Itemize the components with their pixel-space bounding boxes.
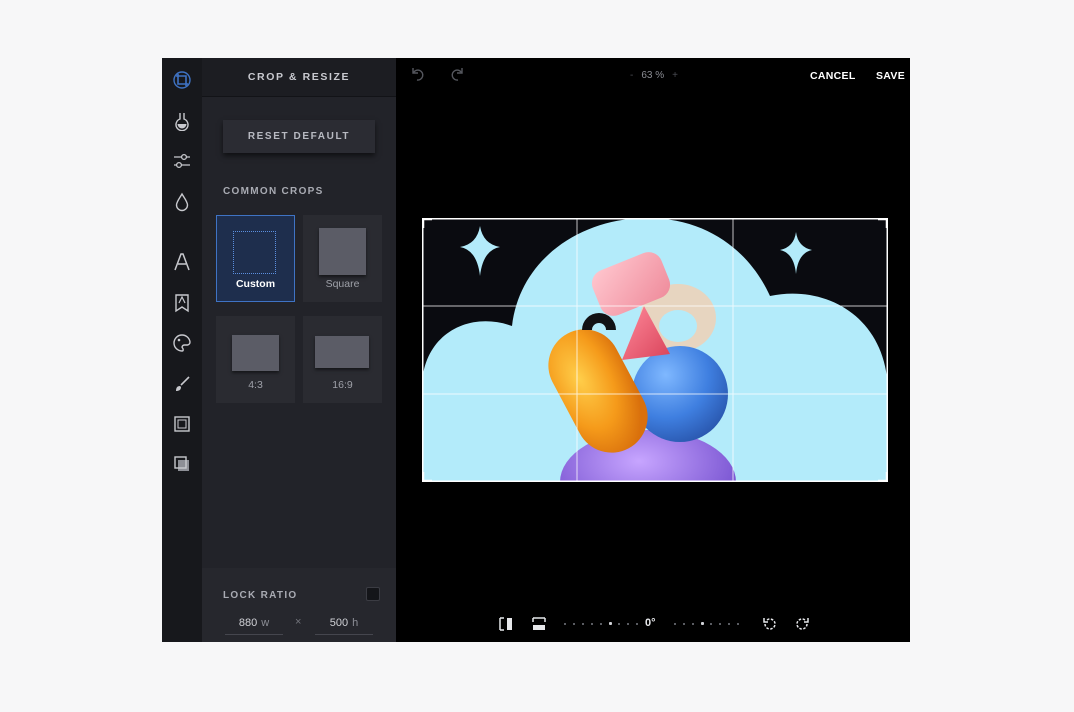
16-9-crop-thumb [315,336,369,368]
crop-label: 4:3 [248,379,263,391]
draw-brush-icon[interactable] [170,372,194,396]
zoom-level: 63 % [641,70,665,81]
dial-tick [737,623,739,625]
cancel-button[interactable]: CANCEL [810,70,856,82]
dial-tick [674,623,676,625]
zoom-control: - 63 % + [630,70,678,81]
brush-palette-icon[interactable] [170,331,194,355]
lock-ratio-label: LOCK RATIO [223,590,298,601]
dial-tick [719,623,721,625]
dial-tick [636,623,638,625]
width-unit: w [261,617,270,629]
crop-icon[interactable] [170,68,194,92]
crop-label: 16:9 [332,379,353,391]
drop-icon[interactable] [170,190,194,214]
frame-icon[interactable] [170,412,194,436]
lock-ratio-checkbox[interactable] [366,587,380,601]
dial-tick [582,623,584,625]
reset-default-button[interactable]: RESET DEFAULT [223,120,375,153]
crop-label: Custom [235,278,276,290]
crop-panel: CROP & RESIZE RESET DEFAULT COMMON CROPS… [202,58,396,642]
height-unit: h [352,617,359,629]
width-value: 880 [238,617,258,629]
height-field[interactable]: 500 h [315,612,373,635]
dial-tick [683,623,685,625]
rotation-angle: 0° [645,617,656,629]
text-icon[interactable] [170,250,194,274]
width-field[interactable]: 880 w [225,612,283,635]
save-button[interactable]: SAVE [876,70,905,82]
4-3-crop-thumb [232,335,279,371]
dial-tick [564,623,566,625]
dial-tick [573,623,575,625]
crop-option-square[interactable]: Square [303,215,382,302]
flip-horizontal-icon[interactable] [498,616,514,632]
height-value: 500 [329,617,349,629]
rotate-left-icon[interactable] [761,616,777,632]
adjust-sliders-icon[interactable] [170,149,194,173]
filter-flask-icon[interactable] [170,109,194,133]
editor-window: CROP & RESIZE RESET DEFAULT COMMON CROPS… [162,58,910,642]
times-sign: × [295,616,302,628]
square-crop-thumb [319,228,366,275]
dial-tick [710,623,712,625]
lock-ratio-section: LOCK RATIO 880 w × 500 h [202,568,396,642]
crop-option-16-9[interactable]: 16:9 [303,316,382,403]
zoom-out-button[interactable]: - [630,70,633,81]
dial-tick [692,623,694,625]
crop-option-4-3[interactable]: 4:3 [216,316,295,403]
rotate-right-icon[interactable] [795,616,811,632]
dial-tick [609,622,612,625]
panel-header: CROP & RESIZE [202,58,396,97]
crop-label: Square [325,278,360,290]
dial-tick [618,623,620,625]
zoom-in-button[interactable]: + [672,70,678,81]
panel-title: CROP & RESIZE [247,71,351,83]
sticker-icon[interactable] [170,291,194,315]
undo-icon[interactable] [409,66,425,82]
custom-crop-thumb [233,231,276,274]
dial-tick [728,623,730,625]
tool-rail [162,58,202,642]
overlay-icon[interactable] [170,452,194,476]
crop-frame[interactable] [422,218,888,482]
common-crops-label: COMMON CROPS [223,186,324,197]
dial-tick [591,623,593,625]
dial-tick [600,623,602,625]
dial-tick [627,623,629,625]
flip-vertical-icon[interactable] [531,616,547,632]
dial-tick [701,622,704,625]
crop-option-custom[interactable]: Custom [216,215,295,302]
redo-icon[interactable] [450,66,466,82]
